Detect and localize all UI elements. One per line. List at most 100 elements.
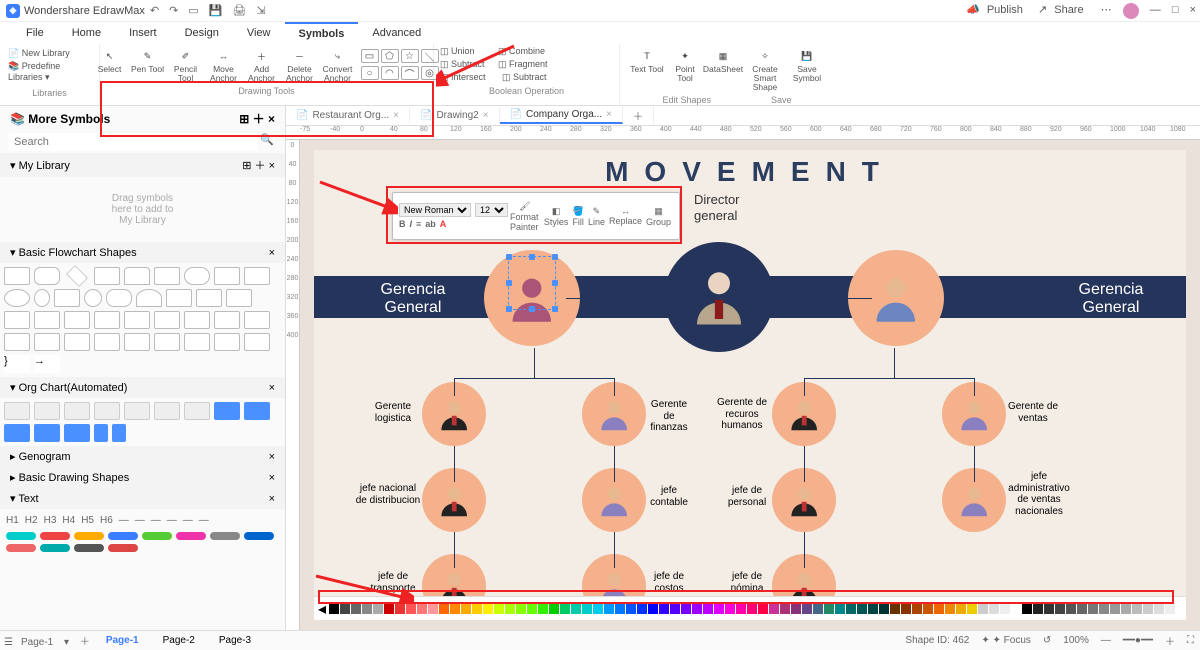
- pagetab-1[interactable]: Page-1: [94, 633, 151, 648]
- bool-subtract1[interactable]: ◫ Subtract: [440, 59, 496, 70]
- color-swatch[interactable]: [791, 604, 801, 614]
- focus-button[interactable]: ✦ ✦ Focus: [981, 635, 1031, 646]
- color-swatch[interactable]: [439, 604, 449, 614]
- move-anchor-tool[interactable]: ↔Move Anchor: [206, 46, 242, 83]
- color-swatch[interactable]: [692, 604, 702, 614]
- delete-anchor-tool[interactable]: －Delete Anchor: [282, 46, 318, 83]
- doc-tab-3[interactable]: 📄Company Orga...×: [500, 107, 623, 124]
- pagetab-list-icon[interactable]: ☰: [4, 637, 13, 648]
- color-swatch[interactable]: [769, 604, 779, 614]
- color-swatch[interactable]: [1066, 604, 1076, 614]
- italic-icon[interactable]: I: [410, 219, 413, 229]
- color-swatch[interactable]: [1143, 604, 1153, 614]
- undo-icon[interactable]: ↶: [150, 4, 159, 17]
- search-icon[interactable]: 🔍: [257, 133, 277, 151]
- floating-format-toolbar[interactable]: New Roman 12 B I ≡ ab A 🖌Format P: [392, 192, 680, 240]
- color-swatch[interactable]: [802, 604, 812, 614]
- color-swatch[interactable]: [395, 604, 405, 614]
- bool-subtract2[interactable]: ◫ Subtract: [502, 72, 558, 83]
- color-swatch[interactable]: [582, 604, 592, 614]
- color-swatch[interactable]: [450, 604, 460, 614]
- bool-combine[interactable]: ◫ Combine: [498, 46, 558, 57]
- shape-pentagon-icon[interactable]: ⬠: [381, 49, 399, 63]
- color-swatch[interactable]: [879, 604, 889, 614]
- color-swatch[interactable]: [1099, 604, 1109, 614]
- canvas[interactable]: MOVEMENT Director general Gerencia Gener…: [300, 140, 1200, 630]
- color-swatch[interactable]: [912, 604, 922, 614]
- color-swatch[interactable]: [890, 604, 900, 614]
- color-swatch[interactable]: [780, 604, 790, 614]
- maximize-icon[interactable]: □: [1172, 4, 1179, 16]
- color-bar-prev-icon[interactable]: ◂: [318, 599, 326, 619]
- pen-tool[interactable]: ✎Pen Tool: [130, 46, 166, 83]
- color-swatch[interactable]: [681, 604, 691, 614]
- color-swatch[interactable]: [1165, 604, 1175, 614]
- size-select[interactable]: 12: [475, 203, 508, 217]
- color-swatch[interactable]: [923, 604, 933, 614]
- flow-shapes[interactable]: }→: [0, 263, 285, 377]
- line-icon[interactable]: ✎: [593, 206, 601, 217]
- color-swatch[interactable]: [505, 604, 515, 614]
- color-swatch[interactable]: [351, 604, 361, 614]
- color-swatch[interactable]: [494, 604, 504, 614]
- org-chart-page[interactable]: MOVEMENT Director general Gerencia Gener…: [314, 150, 1186, 620]
- color-swatch[interactable]: [857, 604, 867, 614]
- font-select[interactable]: New Roman: [399, 203, 471, 217]
- color-swatch[interactable]: [846, 604, 856, 614]
- export-icon[interactable]: ⇲: [256, 4, 265, 17]
- color-swatch[interactable]: [417, 604, 427, 614]
- share-button[interactable]: ↗ Share: [1038, 4, 1088, 16]
- color-swatch[interactable]: [1022, 604, 1032, 614]
- section-mylibrary[interactable]: ▾ My Library⊞ ＋ ×: [0, 153, 285, 177]
- color-swatch[interactable]: [758, 604, 768, 614]
- color-swatch[interactable]: [670, 604, 680, 614]
- color-swatch[interactable]: [1154, 604, 1164, 614]
- fullscreen-icon[interactable]: ⛶: [1187, 635, 1194, 646]
- color-swatch[interactable]: [1088, 604, 1098, 614]
- pencil-tool[interactable]: ✐Pencil Tool: [168, 46, 204, 83]
- zoom-value[interactable]: 100%: [1063, 635, 1089, 646]
- color-swatch[interactable]: [1055, 604, 1065, 614]
- pagetab-2[interactable]: Page-2: [151, 633, 207, 648]
- color-swatch[interactable]: [428, 604, 438, 614]
- color-swatch[interactable]: [1044, 604, 1054, 614]
- color-swatch[interactable]: [538, 604, 548, 614]
- color-swatch[interactable]: [659, 604, 669, 614]
- fill-icon[interactable]: 🪣: [573, 206, 584, 217]
- add-anchor-tool[interactable]: ＋Add Anchor: [244, 46, 280, 83]
- color-swatch[interactable]: [615, 604, 625, 614]
- zoom-out-icon[interactable]: ―: [1101, 635, 1111, 646]
- color-swatch[interactable]: [1000, 604, 1010, 614]
- bold-icon[interactable]: B: [399, 219, 406, 229]
- color-swatch[interactable]: [824, 604, 834, 614]
- shape-ellipse-icon[interactable]: ○: [361, 66, 379, 80]
- doc-tab-add[interactable]: ＋: [623, 106, 654, 125]
- text-tools[interactable]: H1H2H3H4H5H6——————: [0, 509, 285, 558]
- minimize-icon[interactable]: ―: [1150, 4, 1161, 16]
- close-icon[interactable]: ×: [1190, 4, 1196, 16]
- color-swatch[interactable]: [593, 604, 603, 614]
- org-thumbs[interactable]: [0, 398, 285, 446]
- format-painter-icon[interactable]: 🖌: [519, 201, 530, 212]
- section-org[interactable]: ▾ Org Chart(Automated)×: [0, 377, 285, 398]
- color-swatch[interactable]: [1121, 604, 1131, 614]
- shape-rect-icon[interactable]: ▭: [361, 49, 379, 63]
- section-basic[interactable]: ▸ Basic Drawing Shapes×: [0, 467, 285, 488]
- color-swatch[interactable]: [736, 604, 746, 614]
- color-swatch[interactable]: [934, 604, 944, 614]
- avatar[interactable]: [1123, 3, 1139, 19]
- shape-arc-icon[interactable]: ◠: [381, 66, 399, 80]
- zoom-fit-icon[interactable]: ↺: [1043, 635, 1051, 646]
- text-tool[interactable]: TText Tool: [629, 46, 665, 92]
- color-swatch[interactable]: [813, 604, 823, 614]
- menu-home[interactable]: Home: [58, 23, 115, 43]
- section-geno[interactable]: ▸ Genogram×: [0, 446, 285, 467]
- color-bar[interactable]: ◂: [314, 596, 1186, 620]
- mylibrary-dropzone[interactable]: Drag symbolshere to add toMy Library: [0, 177, 285, 242]
- menu-design[interactable]: Design: [171, 23, 233, 43]
- zoom-slider[interactable]: ━━●━━: [1123, 635, 1153, 646]
- zoom-in-icon[interactable]: ＋: [1165, 633, 1175, 648]
- color-swatch[interactable]: [868, 604, 878, 614]
- color-swatch[interactable]: [714, 604, 724, 614]
- color-swatch[interactable]: [1110, 604, 1120, 614]
